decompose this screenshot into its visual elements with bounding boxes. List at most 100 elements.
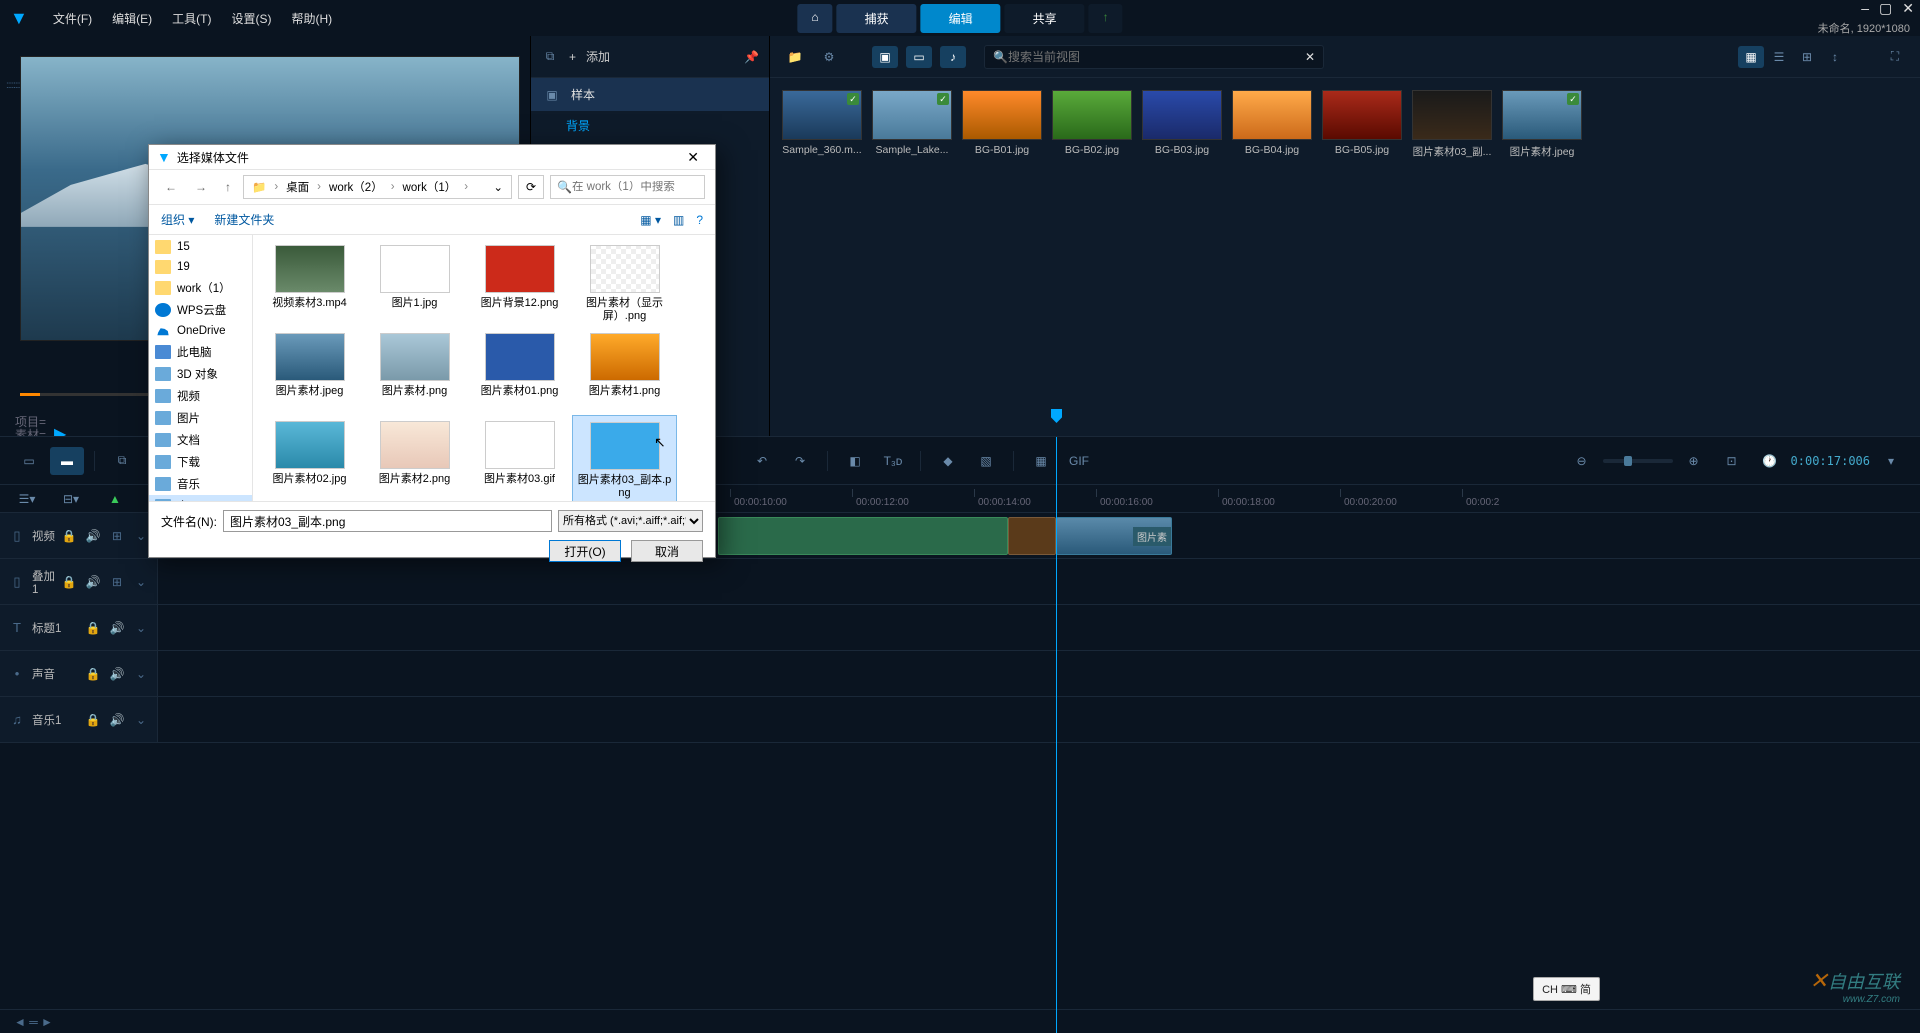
help-icon[interactable]: ? — [696, 213, 703, 227]
extra-icon[interactable]: ⊞ — [107, 575, 127, 589]
library-icon[interactable]: ⧉ — [541, 49, 559, 64]
file-item[interactable]: 图片素材03.gif — [467, 415, 572, 501]
chevron-icon[interactable]: ⌄ — [131, 621, 151, 635]
sidebar-item[interactable]: 桌面 — [149, 495, 252, 501]
upload-icon[interactable]: ↑ — [1089, 4, 1123, 33]
tl-undo-icon[interactable]: ↶ — [745, 447, 779, 475]
zoom-in-icon[interactable]: ⊕ — [1677, 447, 1711, 475]
mute-icon[interactable]: 🔊 — [83, 529, 103, 543]
sidebar-item[interactable]: 此电脑 — [149, 341, 252, 363]
media-item[interactable]: BG-B04.jpg — [1232, 90, 1312, 159]
mute-icon[interactable]: 🔊 — [107, 713, 127, 727]
sidebar-item[interactable]: 15 — [149, 237, 252, 257]
open-button[interactable]: 打开(O) — [549, 540, 621, 562]
add-button[interactable]: 添加 — [586, 48, 610, 65]
tl-gif-icon[interactable]: GIF — [1062, 447, 1096, 475]
filter-audio-icon[interactable]: ♪ — [940, 46, 966, 68]
nav-fwd-icon[interactable]: → — [189, 178, 213, 196]
tab-capture[interactable]: 捕获 — [837, 4, 917, 33]
file-item[interactable]: 图片素材.jpeg — [257, 327, 362, 415]
sidebar-item[interactable]: work（1） — [149, 277, 252, 299]
minimize-button[interactable]: – — [1861, 0, 1869, 17]
file-item[interactable]: 视频素材3.mp4 — [257, 239, 362, 327]
tab-edit[interactable]: 编辑 — [921, 4, 1001, 33]
media-item[interactable]: BG-B03.jpg — [1142, 90, 1222, 159]
sidebar-item[interactable]: 3D 对象 — [149, 363, 252, 385]
address-bar[interactable]: 📁› 桌面› work（2）› work（1）› ⌄ — [243, 175, 512, 199]
menu-item[interactable]: 编辑(E) — [102, 8, 162, 30]
media-item[interactable]: ✓图片素材.jpeg — [1502, 90, 1582, 159]
sample-category[interactable]: 样本 — [571, 86, 757, 103]
chevron-icon[interactable]: ⌄ — [131, 575, 151, 589]
extra-icon[interactable]: ⊞ — [107, 529, 127, 543]
media-item[interactable]: BG-B02.jpg — [1052, 90, 1132, 159]
menu-item[interactable]: 帮助(H) — [281, 8, 342, 30]
chevron-icon[interactable]: ⌄ — [131, 713, 151, 727]
zoom-out-icon[interactable]: ⊖ — [1565, 447, 1599, 475]
media-search[interactable]: 🔍 ✕ — [984, 45, 1324, 69]
view-mode-icon[interactable]: ▦ ▾ — [640, 213, 661, 227]
close-button[interactable]: ✕ — [1902, 0, 1914, 17]
tab-share[interactable]: 共享 — [1005, 4, 1085, 33]
view-tiles-icon[interactable]: ⊞ — [1794, 46, 1820, 68]
sidebar-item[interactable]: 图片 — [149, 407, 252, 429]
view-grid-icon[interactable]: ▦ — [1738, 46, 1764, 68]
clock-icon[interactable]: 🕐 — [1753, 447, 1787, 475]
refresh-button[interactable]: ⟳ — [518, 175, 544, 199]
nav-back-icon[interactable]: ← — [159, 178, 183, 196]
lock-icon[interactable]: 🔒 — [83, 713, 103, 727]
dialog-search[interactable]: 🔍 — [550, 175, 705, 199]
tracks-add-icon[interactable]: ▲ — [98, 485, 132, 513]
dialog-search-input[interactable] — [572, 181, 698, 193]
tl-fx2-icon[interactable]: ▧ — [969, 447, 1003, 475]
file-item[interactable]: 图片素材01.png — [467, 327, 572, 415]
sidebar-item[interactable]: 下载 — [149, 451, 252, 473]
file-item[interactable]: 图片背景12.png — [467, 239, 572, 327]
panel-grip-icon[interactable]: :::::::: — [6, 80, 20, 91]
nav-up-icon[interactable]: ↑ — [219, 178, 237, 196]
pin-icon[interactable]: 📌 — [744, 50, 759, 64]
media-search-input[interactable] — [1008, 50, 1305, 64]
sidebar-item[interactable]: 19 — [149, 257, 252, 277]
lock-icon[interactable]: 🔒 — [83, 621, 103, 635]
file-item[interactable]: 图片素材1.png — [572, 327, 677, 415]
file-item[interactable]: 图片素材02.jpg — [257, 415, 362, 501]
sidebar-item[interactable]: WPS云盘 — [149, 299, 252, 321]
file-filter-select[interactable]: 所有格式 (*.avi;*.aiff;*.aif;*.aifc — [558, 510, 703, 532]
menu-item[interactable]: 设置(S) — [221, 8, 281, 30]
sidebar-item[interactable]: OneDrive — [149, 321, 252, 341]
tl-crop-icon[interactable]: ◧ — [838, 447, 872, 475]
media-item[interactable]: BG-B05.jpg — [1322, 90, 1402, 159]
mute-icon[interactable]: 🔊 — [107, 667, 127, 681]
tl-timeline-icon[interactable]: ▬ — [50, 447, 84, 475]
filter-video-icon[interactable]: ▭ — [906, 46, 932, 68]
menu-item[interactable]: 工具(T) — [162, 8, 221, 30]
filter-image-icon[interactable]: ▣ — [872, 46, 898, 68]
mute-icon[interactable]: 🔊 — [107, 621, 127, 635]
gear-icon[interactable]: ⚙ — [816, 46, 842, 68]
sort-icon[interactable]: ↕ — [1822, 46, 1848, 68]
preview-pane-icon[interactable]: ▥ — [673, 213, 684, 227]
tracks-menu-icon[interactable]: ☰▾ — [10, 485, 44, 513]
media-item[interactable]: 图片素材03_副... — [1412, 90, 1492, 159]
lock-icon[interactable]: 🔒 — [83, 667, 103, 681]
import-folder-icon[interactable]: 📁 — [782, 46, 808, 68]
file-item[interactable]: 图片素材03_副本.png — [572, 415, 677, 501]
tl-tool1-icon[interactable]: ⧉ — [105, 447, 139, 475]
menu-item[interactable]: 文件(F) — [43, 8, 102, 30]
media-item[interactable]: ✓Sample_Lake... — [872, 90, 952, 159]
tl-redo-icon[interactable]: ↷ — [783, 447, 817, 475]
tl-chroma-icon[interactable]: ▦ — [1024, 447, 1058, 475]
tl-scroll-handle-icon[interactable]: ◄ ═ ► — [14, 1015, 53, 1029]
zoom-fit-icon[interactable]: ⊡ — [1715, 447, 1749, 475]
expand-icon[interactable]: ⛶ — [1882, 46, 1908, 68]
tracks-options-icon[interactable]: ⊟▾ — [54, 485, 88, 513]
lock-icon[interactable]: 🔒 — [59, 529, 79, 543]
chevron-icon[interactable]: ⌄ — [131, 667, 151, 681]
new-folder-button[interactable]: 新建文件夹 — [214, 211, 274, 228]
mute-icon[interactable]: 🔊 — [83, 575, 103, 589]
maximize-button[interactable]: ▢ — [1879, 0, 1892, 17]
dialog-close-button[interactable]: ✕ — [679, 147, 707, 168]
view-list-icon[interactable]: ☰ — [1766, 46, 1792, 68]
zoom-slider[interactable] — [1603, 459, 1673, 463]
